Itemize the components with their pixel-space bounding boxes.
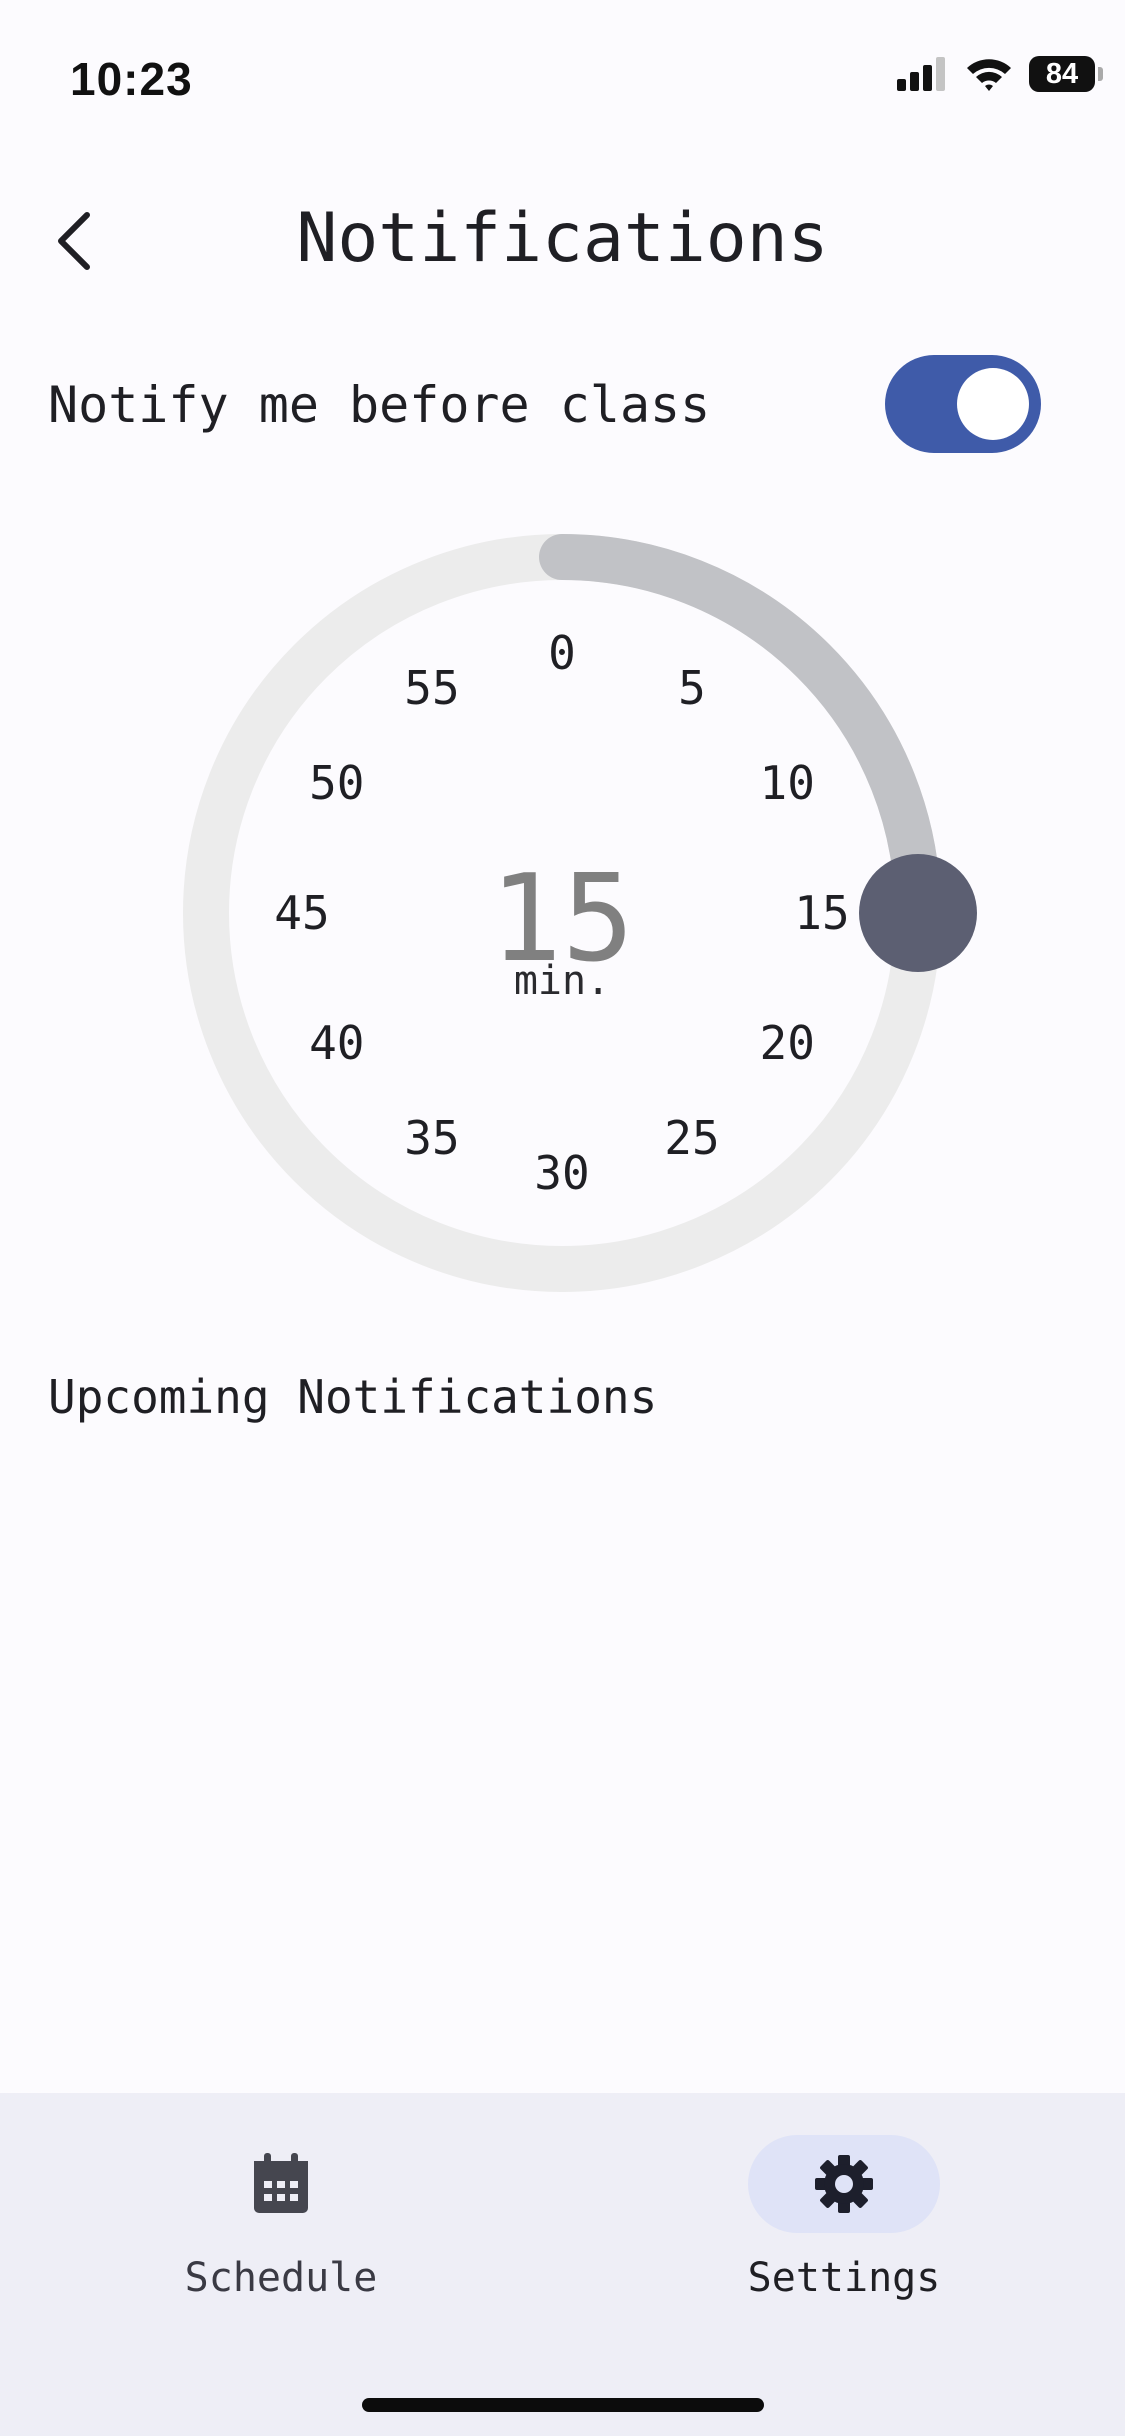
dial-handle[interactable] — [859, 854, 977, 972]
reminder-dial: 0510152025303540455055 15 min. — [183, 534, 977, 1292]
nav-item-settings[interactable]: Settings — [694, 2135, 994, 2315]
dial-tick-label: 20 — [760, 1016, 815, 1070]
dial-tick-label: 25 — [664, 1111, 719, 1165]
dial-tick-label: 35 — [404, 1111, 459, 1165]
dial-tick-label: 10 — [760, 756, 815, 810]
nav-item-schedule[interactable]: Schedule — [131, 2135, 431, 2315]
nav-label-schedule: Schedule — [184, 2255, 378, 2301]
dial-tick-label: 5 — [678, 661, 706, 715]
dial-tick-label: 40 — [309, 1016, 364, 1070]
dial-tick-label: 55 — [404, 661, 459, 715]
upcoming-notifications-heading: Upcoming Notifications — [48, 1370, 658, 1424]
nav-label-settings: Settings — [747, 2255, 941, 2301]
dial-tick-label: 45 — [274, 886, 329, 940]
calendar-icon — [254, 2153, 308, 2213]
dial-unit: min. — [514, 958, 610, 1004]
dial-tick-label: 30 — [534, 1146, 589, 1200]
bottom-nav: Schedule Settings — [0, 2093, 1125, 2436]
home-indicator — [362, 2398, 764, 2412]
dial-tick-label: 50 — [309, 756, 364, 810]
dial-tick-label: 15 — [794, 886, 849, 940]
gear-icon — [815, 2155, 873, 2213]
nav-settings-pill — [748, 2135, 940, 2233]
nav-schedule-pill — [185, 2135, 377, 2233]
dial-tick-label: 0 — [548, 626, 576, 680]
